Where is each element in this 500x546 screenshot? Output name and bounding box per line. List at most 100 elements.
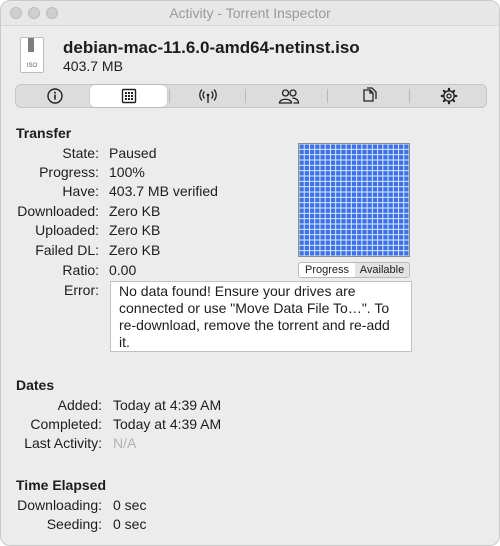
piece-cell xyxy=(304,181,309,187)
piece-cell xyxy=(378,165,383,171)
piece-cell xyxy=(362,203,367,208)
piece-cell xyxy=(393,251,399,256)
piece-cell xyxy=(304,197,309,203)
piece-cell xyxy=(346,181,351,187)
piece-cell xyxy=(304,251,309,256)
piece-cell xyxy=(393,192,399,197)
piece-cell xyxy=(320,149,325,155)
piece-cell xyxy=(357,160,362,165)
tab-files[interactable] xyxy=(330,85,407,107)
piece-cell xyxy=(372,213,378,219)
piece-cell xyxy=(372,224,378,229)
piece-cell xyxy=(399,208,404,213)
piece-cell xyxy=(304,187,309,192)
piece-cell xyxy=(336,176,341,181)
piece-cell xyxy=(399,192,404,197)
piece-cell xyxy=(320,181,325,187)
piece-cell xyxy=(388,245,393,251)
piece-cell xyxy=(404,181,409,187)
piece-cell xyxy=(367,176,372,181)
piece-cell xyxy=(299,165,304,171)
tab-info[interactable] xyxy=(16,85,93,107)
piece-cell xyxy=(315,235,320,240)
piece-cell xyxy=(351,187,357,192)
piece-cell xyxy=(336,149,341,155)
piece-cell xyxy=(325,240,330,245)
piece-cell xyxy=(325,187,330,192)
piece-cell xyxy=(309,144,315,149)
tab-peers[interactable] xyxy=(250,85,327,107)
piece-cell xyxy=(378,203,383,208)
piece-cell xyxy=(299,144,304,149)
piece-cell xyxy=(341,235,346,240)
piece-cell xyxy=(372,187,378,192)
error-message: No data found! Ensure your drives are co… xyxy=(110,281,412,352)
piece-cell xyxy=(357,235,362,240)
piece-cell xyxy=(309,245,315,251)
piece-cell xyxy=(346,192,351,197)
pieces-map xyxy=(298,143,410,257)
piece-cell xyxy=(346,197,351,203)
piece-cell xyxy=(299,219,304,224)
piece-cell xyxy=(383,245,388,251)
piece-cell xyxy=(378,240,383,245)
piece-cell xyxy=(346,165,351,171)
piece-cell xyxy=(346,171,351,176)
piece-cell xyxy=(362,245,367,251)
piece-cell xyxy=(346,245,351,251)
piece-cell xyxy=(388,235,393,240)
piece-cell xyxy=(372,235,378,240)
tab-options[interactable] xyxy=(410,85,487,107)
piece-cell xyxy=(309,219,315,224)
piece-cell xyxy=(351,219,357,224)
antenna-icon xyxy=(198,89,217,103)
piece-cell xyxy=(372,171,378,176)
piece-cell xyxy=(357,149,362,155)
failed-dl-label: Failed DL: xyxy=(35,242,99,258)
piece-cell xyxy=(367,171,372,176)
piece-cell xyxy=(399,176,404,181)
piece-cell xyxy=(330,229,336,235)
piece-cell xyxy=(341,181,346,187)
piece-cell xyxy=(399,181,404,187)
tab-trackers[interactable] xyxy=(169,85,246,107)
tab-activity[interactable] xyxy=(90,85,167,107)
piece-cell xyxy=(357,176,362,181)
piece-cell xyxy=(393,203,399,208)
piece-cell xyxy=(325,203,330,208)
piece-cell xyxy=(372,176,378,181)
piece-cell xyxy=(404,213,409,219)
piece-cell xyxy=(378,229,383,235)
piece-cell xyxy=(367,197,372,203)
piece-cell xyxy=(336,171,341,176)
piece-cell xyxy=(304,171,309,176)
piece-cell xyxy=(309,160,315,165)
piece-cell xyxy=(399,149,404,155)
piece-cell xyxy=(320,171,325,176)
piece-cell xyxy=(299,155,304,160)
piece-cell xyxy=(304,245,309,251)
piece-cell xyxy=(367,192,372,197)
piece-cell xyxy=(383,160,388,165)
piece-cell xyxy=(299,181,304,187)
piece-cell xyxy=(315,224,320,229)
piece-cell xyxy=(383,251,388,256)
piece-cell xyxy=(330,187,336,192)
title-bar: Activity - Torrent Inspector xyxy=(1,1,499,26)
piece-cell xyxy=(372,240,378,245)
piece-cell xyxy=(404,165,409,171)
piece-cell xyxy=(393,165,399,171)
failed-dl-value: Zero KB xyxy=(109,242,161,258)
piece-cell xyxy=(399,219,404,224)
piece-cell xyxy=(388,160,393,165)
piece-cell xyxy=(299,187,304,192)
piece-cell xyxy=(351,224,357,229)
progress-segment[interactable]: Progress xyxy=(299,263,355,277)
piece-cell xyxy=(404,245,409,251)
piece-cell xyxy=(304,203,309,208)
ratio-value: 0.00 xyxy=(109,262,137,278)
piece-cell xyxy=(299,240,304,245)
piece-cell xyxy=(351,160,357,165)
available-segment[interactable]: Available xyxy=(355,263,409,277)
piece-cell xyxy=(393,229,399,235)
